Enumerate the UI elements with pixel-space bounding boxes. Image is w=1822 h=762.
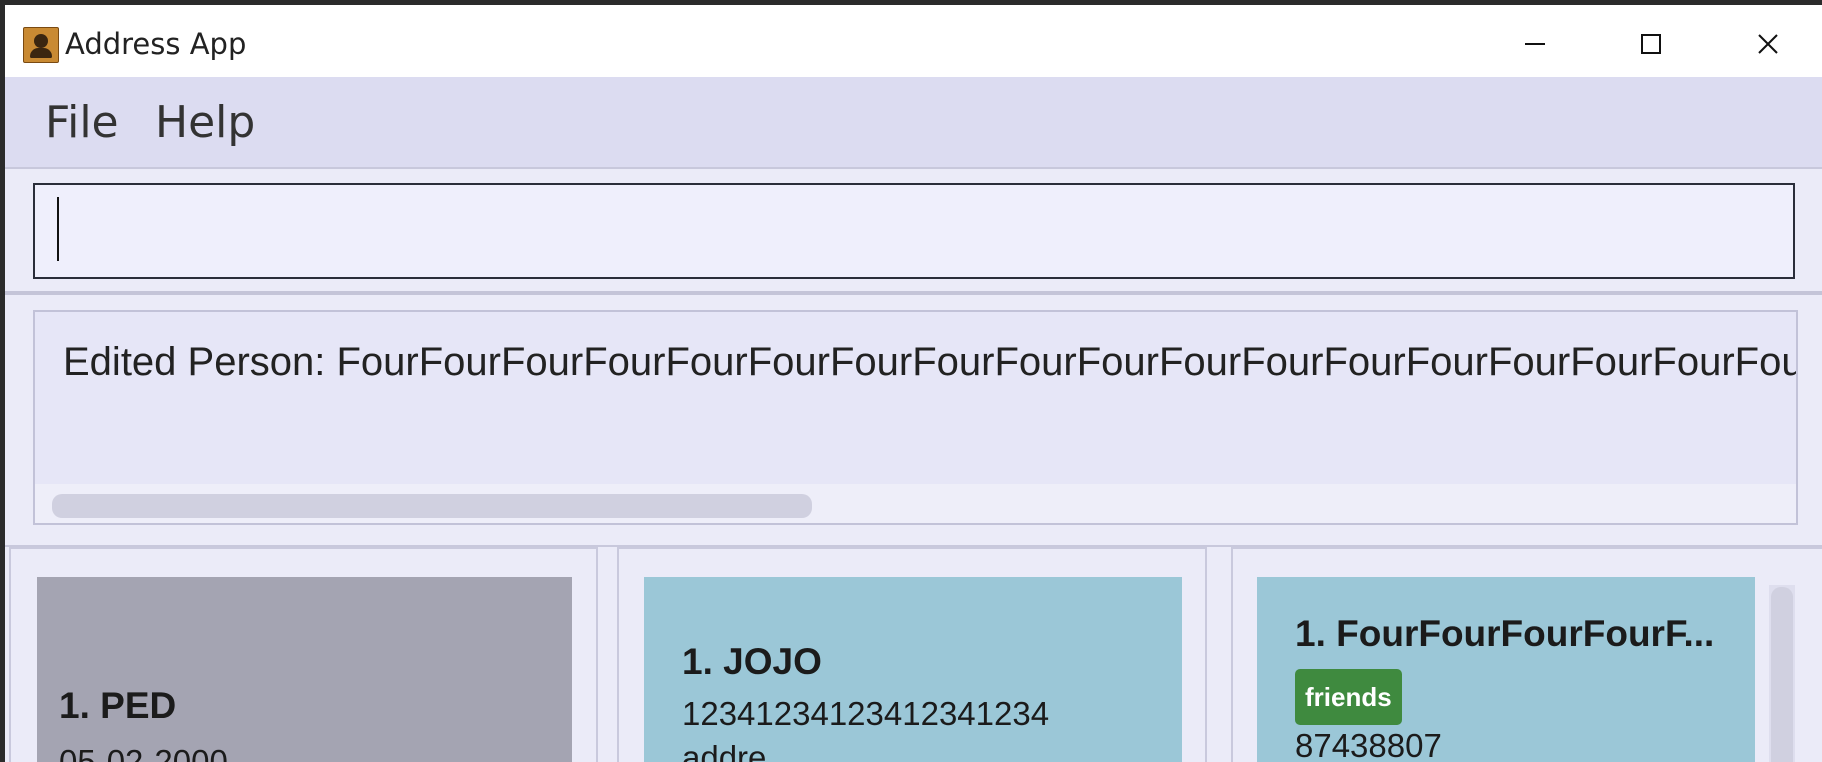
menu-file[interactable]: File [45, 97, 119, 148]
maximize-button[interactable] [1621, 19, 1681, 69]
person-name: 1. JOJO [682, 641, 822, 682]
person-name: 1. FourFourFourFourF... [1295, 613, 1715, 654]
command-input[interactable] [33, 183, 1795, 279]
close-icon [1758, 34, 1778, 54]
window-title: Address App [65, 27, 247, 61]
command-box-container [5, 167, 1822, 295]
menu-bar: File Help [5, 77, 1822, 167]
tag-badge: friends [1295, 669, 1402, 725]
menu-help[interactable]: Help [155, 97, 255, 148]
person-card-four[interactable]: 1. FourFourFourFourF... friends 87438807 [1257, 577, 1755, 762]
title-bar[interactable]: Address App [5, 5, 1822, 77]
person-address: addre [682, 739, 767, 762]
person-list-panel-3: 1. FourFourFourFourF... friends 87438807 [1231, 547, 1822, 762]
horizontal-scrollbar[interactable] [35, 484, 1796, 523]
vertical-scrollbar-thumb[interactable] [1771, 587, 1793, 762]
person-card-jojo[interactable]: 1. JOJO 12341234123412341234 addre [644, 577, 1182, 762]
result-display-container: Edited Person: FourFourFourFourFourFourF… [5, 295, 1822, 547]
address-book-icon [23, 27, 59, 63]
address-app-window: Address App File Help Edited Person: Fou… [5, 5, 1822, 762]
person-list-panel-2: 1. JOJO 12341234123412341234 addre [617, 547, 1207, 762]
maximize-icon [1641, 34, 1661, 54]
person-name: 1. PED [59, 685, 177, 726]
person-phone: 12341234123412341234 [682, 695, 1050, 732]
minimize-button[interactable] [1505, 19, 1565, 69]
result-message: Edited Person: FourFourFourFourFourFourF… [63, 340, 1798, 384]
person-card-ped[interactable]: 1. PED 05-02-2000 [37, 577, 572, 762]
person-birthday: 05-02-2000 [59, 743, 228, 762]
minimize-icon [1525, 43, 1545, 45]
person-phone: 87438807 [1295, 727, 1442, 762]
vertical-scrollbar[interactable] [1769, 585, 1795, 762]
result-display[interactable]: Edited Person: FourFourFourFourFourFourF… [33, 310, 1798, 525]
horizontal-scrollbar-thumb[interactable] [52, 494, 812, 518]
close-button[interactable] [1738, 19, 1798, 69]
person-list-panel-1: 1. PED 05-02-2000 [9, 547, 598, 762]
